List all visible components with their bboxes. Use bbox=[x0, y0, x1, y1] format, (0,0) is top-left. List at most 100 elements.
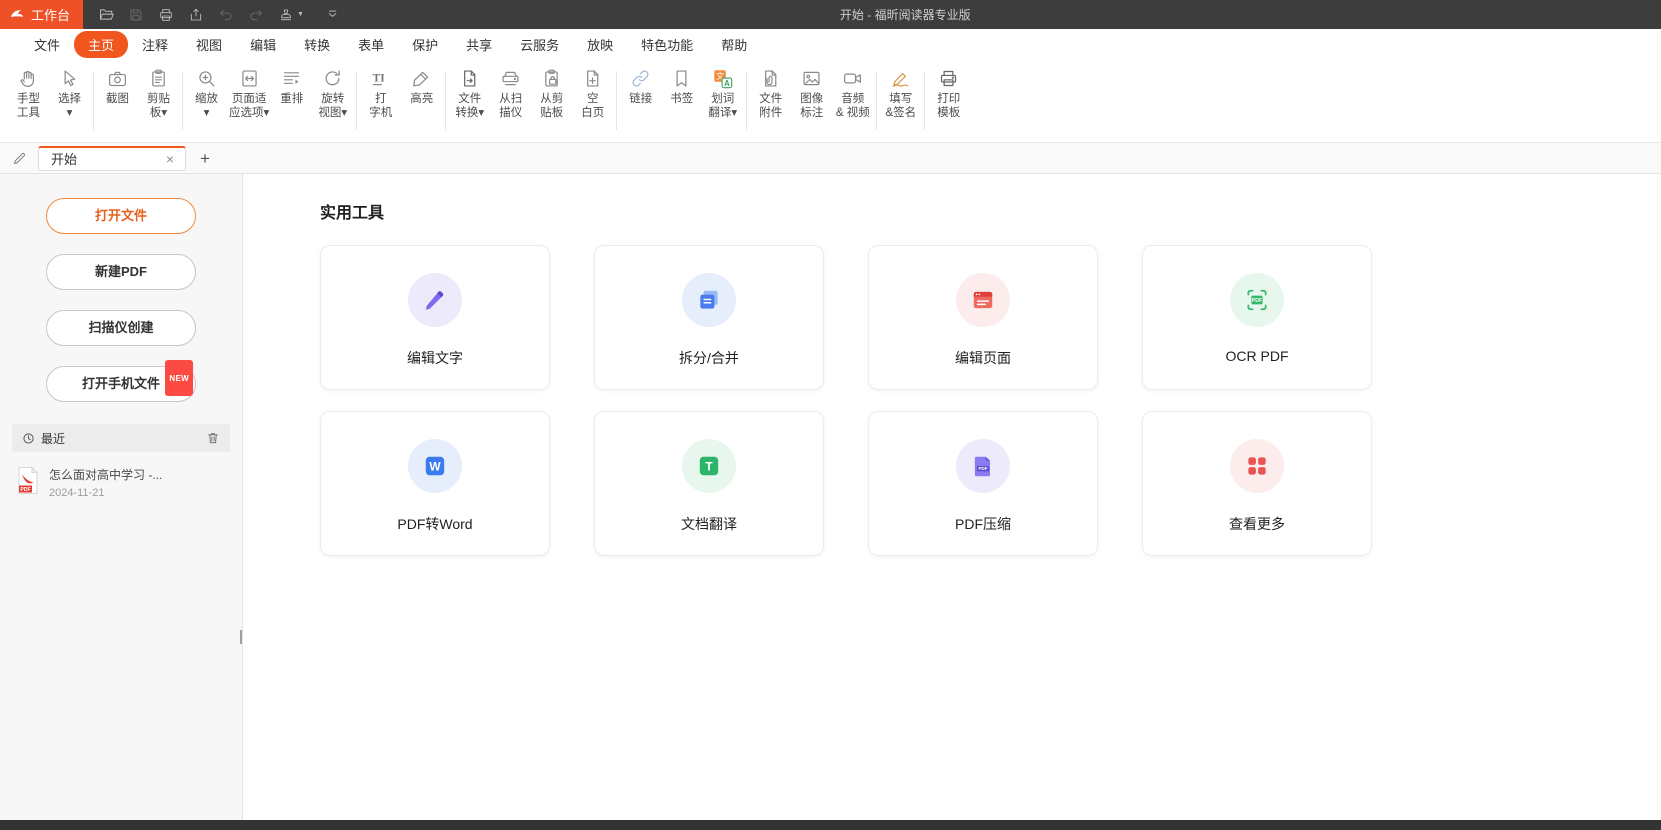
recent-file-item[interactable]: PDF 怎么面对高中学习 -... 2024-11-21 bbox=[0, 452, 242, 499]
card-label: PDF转Word bbox=[397, 514, 472, 534]
svg-text:A: A bbox=[724, 78, 730, 87]
open-file-button[interactable]: 打开文件 bbox=[46, 198, 196, 234]
ribbon-item-label: 空 bbox=[587, 92, 599, 106]
ribbon-item-label: 描仪 bbox=[499, 106, 522, 120]
quick-tools-caret-icon[interactable]: ▼ bbox=[297, 11, 304, 18]
ribbon-item-bookmark[interactable]: 书签 bbox=[661, 63, 702, 142]
annotate-pencil-icon[interactable] bbox=[0, 151, 38, 166]
ribbon-item-hand-tool[interactable]: 手型 工具 bbox=[8, 63, 49, 142]
open-mobile-file-button[interactable]: 打开手机文件 NEW bbox=[46, 366, 196, 402]
menu-item-view[interactable]: 视图 bbox=[182, 31, 236, 58]
menu-item-share[interactable]: 共享 bbox=[452, 31, 506, 58]
ribbon-item-label: 板▾ bbox=[150, 106, 167, 120]
clipboard-icon bbox=[148, 65, 169, 92]
card-ocr-pdf[interactable]: PDF OCR PDF bbox=[1142, 245, 1372, 390]
ribbon-item-link[interactable]: 链接 bbox=[620, 63, 661, 142]
ribbon-group-media: 文件 附件 图像 标注 音频 & 视频 bbox=[750, 63, 873, 142]
tool-cards-grid: 编辑文字 拆分/合并 编辑页面 PDF OCR PDF W PDF转Word bbox=[320, 245, 1372, 556]
link-icon bbox=[630, 65, 651, 92]
ribbon-item-label: 截图 bbox=[106, 92, 129, 106]
bookmark-icon bbox=[671, 65, 692, 92]
blank-page-icon bbox=[582, 65, 603, 92]
clear-recent-trash-icon[interactable] bbox=[206, 431, 220, 445]
tab-close-icon[interactable]: × bbox=[163, 151, 177, 167]
ribbon-item-print-template[interactable]: 打印 模板 bbox=[928, 63, 969, 142]
scanner-icon bbox=[500, 65, 521, 92]
ribbon-item-rotate-view[interactable]: 旋转 视图▾ bbox=[312, 63, 353, 142]
menu-item-form[interactable]: 表单 bbox=[344, 31, 398, 58]
menu-item-protect[interactable]: 保护 bbox=[398, 31, 452, 58]
card-view-more[interactable]: 查看更多 bbox=[1142, 411, 1372, 556]
ribbon-item-from-clipboard[interactable]: 从剪 贴板 bbox=[531, 63, 572, 142]
audio-video-icon bbox=[842, 65, 863, 92]
ribbon-item-typewriter[interactable]: TI 打 字机 bbox=[360, 63, 401, 142]
ribbon-item-fill-sign[interactable]: 填写 &签名 bbox=[880, 63, 921, 142]
card-edit-text[interactable]: 编辑文字 bbox=[320, 245, 550, 390]
doc-translate-icon: T bbox=[682, 439, 736, 493]
ribbon-item-convert-file[interactable]: 文件 转换▾ bbox=[449, 63, 490, 142]
ribbon-item-label: 白页 bbox=[581, 106, 604, 120]
ocr-pdf-icon: PDF bbox=[1230, 273, 1284, 327]
print-icon[interactable] bbox=[151, 3, 181, 27]
recent-file-title: 怎么面对高中学习 -... bbox=[49, 466, 162, 483]
attachment-icon bbox=[760, 65, 781, 92]
ribbon-group-sign: 填写 &签名 bbox=[880, 63, 921, 142]
ribbon-item-reflow[interactable]: 重排 bbox=[271, 63, 312, 142]
fit-page-icon bbox=[239, 65, 260, 92]
card-split-merge[interactable]: 拆分/合并 bbox=[594, 245, 824, 390]
ribbon-separator bbox=[445, 71, 446, 130]
menu-item-features[interactable]: 特色功能 bbox=[627, 31, 707, 58]
ribbon-item-label: 从剪 bbox=[540, 92, 563, 106]
ribbon-item-clipboard[interactable]: 剪贴 板▾ bbox=[138, 63, 179, 142]
ribbon-item-translate[interactable]: 文A 划词 翻译▾ bbox=[702, 63, 743, 142]
from-clipboard-icon bbox=[541, 65, 562, 92]
redo-icon[interactable] bbox=[241, 3, 271, 27]
ribbon-item-from-scanner[interactable]: 从扫 描仪 bbox=[490, 63, 531, 142]
ribbon-item-attachment[interactable]: 文件 附件 bbox=[750, 63, 791, 142]
undo-icon[interactable] bbox=[211, 3, 241, 27]
translate-icon: 文A bbox=[712, 65, 734, 92]
menu-item-cloud[interactable]: 云服务 bbox=[506, 31, 573, 58]
menu-item-edit[interactable]: 编辑 bbox=[236, 31, 290, 58]
ribbon-item-fit-page[interactable]: 页面适 应选项▾ bbox=[227, 63, 271, 142]
view-more-grid-icon bbox=[1230, 439, 1284, 493]
card-doc-translate[interactable]: T 文档翻译 bbox=[594, 411, 824, 556]
ribbon-item-snapshot[interactable]: 截图 bbox=[97, 63, 138, 142]
ribbon-separator bbox=[746, 71, 747, 130]
ribbon-item-highlight[interactable]: 高亮 bbox=[401, 63, 442, 142]
ribbon-item-zoom[interactable]: 缩放 ▾ bbox=[186, 63, 227, 142]
create-pdf-button[interactable]: 新建PDF bbox=[46, 254, 196, 290]
ribbon-item-select[interactable]: 选择 ▾ bbox=[49, 63, 90, 142]
pdf-file-icon: PDF bbox=[16, 466, 40, 495]
snapshot-camera-icon bbox=[107, 65, 128, 92]
ribbon-item-label: 模板 bbox=[937, 106, 960, 120]
scanner-create-button[interactable]: 扫描仪创建 bbox=[46, 310, 196, 346]
collapse-ribbon-icon[interactable] bbox=[318, 3, 348, 27]
typewriter-icon: TI bbox=[370, 65, 391, 92]
card-pdf-to-word[interactable]: W PDF转Word bbox=[320, 411, 550, 556]
menu-item-help[interactable]: 帮助 bbox=[707, 31, 761, 58]
ribbon-item-label: 旋转 bbox=[321, 92, 344, 106]
ribbon-item-blank-page[interactable]: 空 白页 bbox=[572, 63, 613, 142]
menu-item-slideshow[interactable]: 放映 bbox=[573, 31, 627, 58]
save-icon[interactable] bbox=[121, 3, 151, 27]
card-edit-pages[interactable]: 编辑页面 bbox=[868, 245, 1098, 390]
card-pdf-compress[interactable]: PDF PDF压缩 bbox=[868, 411, 1098, 556]
ribbon-item-image-annotation[interactable]: 图像 标注 bbox=[791, 63, 832, 142]
tab-start[interactable]: 开始 × bbox=[38, 146, 186, 171]
ribbon-group-create: 文件 转换▾ 从扫 描仪 从剪 贴板 空 白页 bbox=[449, 63, 613, 142]
edit-pages-icon bbox=[956, 273, 1010, 327]
menu-item-home[interactable]: 主页 bbox=[74, 31, 128, 58]
open-file-folder-icon[interactable] bbox=[91, 3, 121, 27]
export-icon[interactable] bbox=[181, 3, 211, 27]
ribbon-item-audio-video[interactable]: 音频 & 视频 bbox=[832, 63, 873, 142]
image-annotation-icon bbox=[801, 65, 822, 92]
workspace-button[interactable]: 工作台 bbox=[0, 0, 83, 29]
menu-item-comment[interactable]: 注释 bbox=[128, 31, 182, 58]
new-badge: NEW bbox=[165, 360, 193, 396]
menu-item-file[interactable]: 文件 bbox=[20, 31, 74, 58]
menu-item-convert[interactable]: 转换 bbox=[290, 31, 344, 58]
card-label: 编辑文字 bbox=[407, 348, 463, 368]
ribbon-group-capture: 截图 剪贴 板▾ bbox=[97, 63, 179, 142]
new-tab-button[interactable]: + bbox=[200, 150, 210, 167]
